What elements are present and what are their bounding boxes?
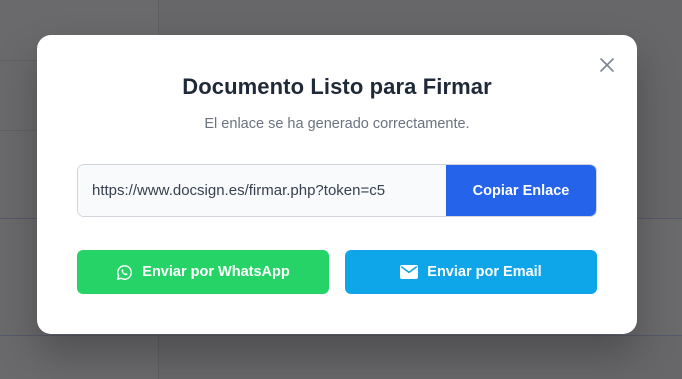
link-field-group: Copiar Enlace <box>77 164 597 217</box>
whatsapp-icon <box>116 264 133 281</box>
modal-title: Documento Listo para Firmar <box>182 74 492 99</box>
send-whatsapp-label: Enviar por WhatsApp <box>142 264 290 280</box>
share-document-modal: Documento Listo para Firmar El enlace se… <box>37 35 637 334</box>
close-icon <box>600 58 614 72</box>
send-email-button[interactable]: Enviar por Email <box>345 250 597 294</box>
send-email-label: Enviar por Email <box>427 264 542 280</box>
copy-link-button[interactable]: Copiar Enlace <box>446 165 596 216</box>
envelope-icon <box>400 265 419 279</box>
signing-link-input[interactable] <box>78 165 446 216</box>
modal-subtitle: El enlace se ha generado correctamente. <box>204 116 470 132</box>
send-whatsapp-button[interactable]: Enviar por WhatsApp <box>77 250 329 294</box>
